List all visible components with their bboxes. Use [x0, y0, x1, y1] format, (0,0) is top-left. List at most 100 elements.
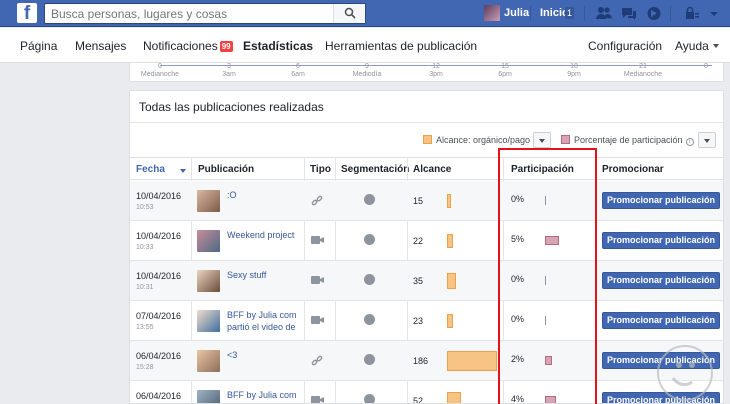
tab-page[interactable]: Página [20, 39, 57, 53]
post-thumbnail[interactable] [197, 190, 220, 212]
post-title-link[interactable]: <3 [227, 349, 299, 361]
post-thumbnail[interactable] [197, 350, 220, 372]
video-icon [311, 316, 324, 324]
post-thumbnail[interactable] [197, 230, 220, 252]
notification-badge: 99 [219, 41, 233, 52]
tick-label: 3pm [429, 71, 443, 78]
search-button[interactable] [333, 4, 365, 23]
divider [130, 122, 723, 123]
post-thumbnail[interactable] [197, 390, 220, 403]
engagement-value: 0% [511, 194, 525, 204]
globe-icon[interactable] [645, 5, 663, 22]
promote-post-button[interactable]: Promocionar publicación [602, 312, 720, 329]
tab-messages[interactable]: Mensajes [75, 39, 126, 53]
post-thumbnail[interactable] [197, 310, 220, 332]
col-type: Tipo [310, 164, 331, 175]
tick-label: 21 [639, 63, 647, 70]
col-date[interactable]: Fecha [136, 164, 165, 175]
reach-bar [447, 392, 461, 403]
post-thumbnail[interactable] [197, 270, 220, 292]
help-label: Ayuda [675, 39, 709, 53]
promote-post-button[interactable]: Promocionar publicación [602, 232, 720, 249]
link-icon [311, 195, 323, 206]
table-row[interactable]: 10/04/2016 10:31 Sexy stuff 35 0% Promocionar… [130, 261, 723, 301]
help-menu[interactable]: Ayuda [675, 39, 719, 53]
reach-bar [447, 273, 456, 289]
divider [584, 6, 585, 21]
post-time: 13:55 [136, 324, 154, 331]
globe-icon [364, 234, 375, 245]
table-header: Fecha Publicación Tipo Segmentación Alca… [130, 157, 723, 180]
tick-label: 6 [296, 63, 300, 70]
table-row[interactable]: 06/04/2016 15:28 <3 186 2% Promocionar public… [130, 341, 723, 381]
post-title-link[interactable]: BFF by Julia com partió el video de [227, 309, 299, 333]
post-time: 10:53 [136, 204, 154, 211]
link-icon [311, 355, 323, 366]
post-title-link[interactable]: Sexy stuff [227, 269, 299, 281]
tab-notifications[interactable]: Notificaciones 99 [143, 39, 233, 53]
watermark-logo [657, 345, 713, 401]
promote-post-button[interactable]: Promocionar publicación [602, 192, 720, 209]
globe-icon [364, 314, 375, 325]
reach-metric-dropdown[interactable] [533, 132, 551, 148]
post-date: 06/04/2016 [136, 351, 182, 361]
messages-icon[interactable] [620, 5, 638, 22]
friends-icon[interactable] [595, 5, 613, 22]
engagement-metric-dropdown[interactable] [698, 132, 716, 148]
post-title-link[interactable]: BFF by Julia com [227, 389, 299, 401]
engagement-value: 5% [511, 234, 525, 244]
col-promote: Promocionar [602, 164, 664, 175]
post-time: 10:31 [136, 284, 154, 291]
post-title-link[interactable]: :O [227, 189, 299, 201]
reach-value: 186 [413, 356, 429, 366]
engagement-bar [545, 356, 552, 365]
info-icon[interactable]: i [685, 138, 694, 146]
globe-icon [364, 394, 375, 403]
profile-link[interactable]: Julia [504, 7, 529, 19]
tick-label: 6am [291, 71, 305, 78]
post-title-link[interactable]: Weekend project [227, 229, 299, 241]
tick-label: 12 [432, 63, 440, 70]
engagement-value: 2% [511, 354, 525, 364]
engagement-bar [545, 276, 546, 285]
legend-swatch-engagement [561, 135, 570, 144]
engagement-bar [545, 236, 559, 245]
chevron-down-icon[interactable] [705, 5, 723, 22]
post-time: 10:33 [136, 244, 154, 251]
promote-post-button[interactable]: Promocionar publicación [602, 272, 720, 289]
facebook-logo[interactable]: f [17, 3, 37, 23]
table-row[interactable]: 10/04/2016 10:53:O 15 0% Promocionar publica… [130, 181, 723, 221]
col-engagement: Participación [511, 164, 574, 175]
table-row[interactable]: 07/04/2016 13:55 BFF by Julia com partió e… [130, 301, 723, 341]
legend-reach: Alcance: orgánico/pago [423, 135, 530, 145]
tick-label: 18 [570, 63, 578, 70]
privacy-icon[interactable] [683, 5, 701, 22]
reach-value: 15 [413, 196, 424, 206]
tick-label: 0 [704, 63, 708, 70]
page-nav: Página Mensajes Notificaciones 99 Estadís… [0, 28, 730, 63]
post-date: 06/04/2016 [136, 391, 182, 401]
tab-insights[interactable]: Estadísticas [243, 39, 313, 53]
chevron-down-icon [539, 139, 545, 143]
globe-icon [364, 354, 375, 365]
tab-publishing-tools[interactable]: Herramientas de publicación [325, 39, 477, 53]
engagement-value: 0% [511, 314, 525, 324]
reach-value: 52 [413, 396, 424, 404]
table-row[interactable]: 10/04/2016 10:33 Weekend project 22 5% Promoc… [130, 221, 723, 261]
video-icon [311, 276, 324, 284]
home-count-badge: 1 [565, 7, 574, 19]
search-input[interactable] [45, 4, 335, 23]
divider [670, 6, 671, 21]
video-icon [311, 236, 324, 244]
sort-desc-icon[interactable] [180, 169, 186, 173]
legend-engagement: Porcentaje de participación i [561, 135, 694, 146]
post-date: 07/04/2016 [136, 311, 182, 321]
tab-settings[interactable]: Configuración [588, 39, 662, 53]
engagement-value: 4% [511, 394, 525, 404]
globe-icon [364, 274, 375, 285]
table-row[interactable]: 06/04/2016 BFF by Julia com 52 4% Promociona… [130, 381, 723, 404]
avatar[interactable] [484, 5, 500, 21]
globe-icon [364, 194, 375, 205]
reach-value: 22 [413, 236, 424, 246]
tick-label: Medianoche [623, 71, 663, 78]
